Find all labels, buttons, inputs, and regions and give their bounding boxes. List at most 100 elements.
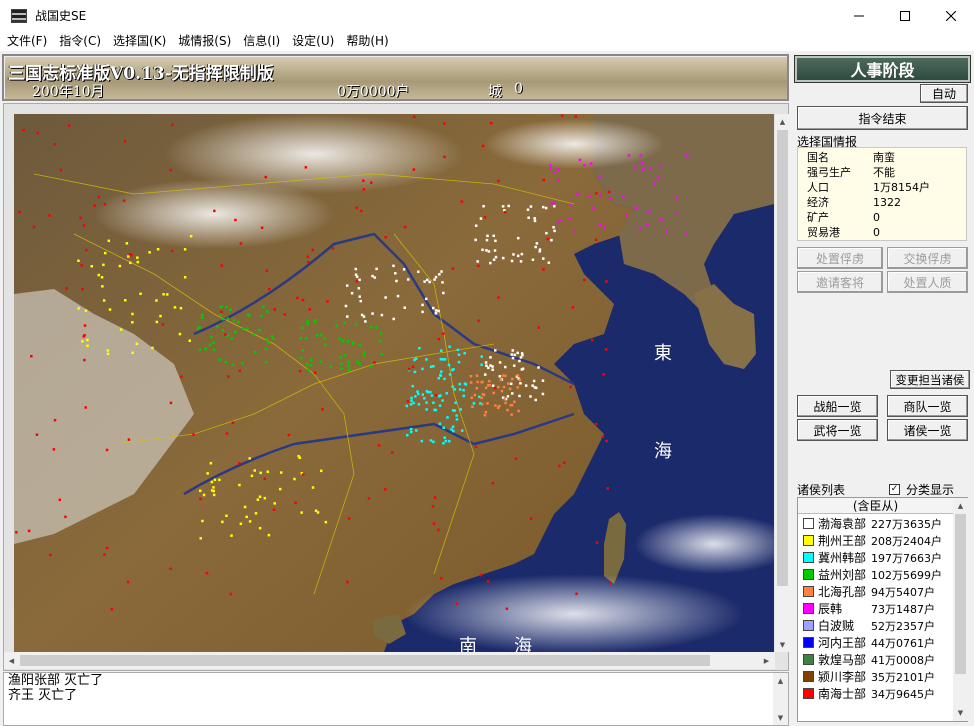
caravan-list-button[interactable]: 商队一览 <box>887 395 968 417</box>
map-hscroll-thumb[interactable] <box>20 655 710 666</box>
log-scrollbar[interactable]: ▲ ▼ <box>773 673 788 725</box>
city-dot <box>453 409 456 412</box>
city-dot <box>519 356 523 359</box>
lord-row[interactable]: 渤海袁部 227万3635户 <box>798 515 953 532</box>
city-dot <box>218 478 221 482</box>
strategy-map[interactable]: 東 海 南 海 <box>14 114 774 652</box>
lord-row[interactable]: 冀州韩部 197万7663户 <box>798 549 953 566</box>
city-dot <box>489 356 492 359</box>
lord-list-scrollbar[interactable]: ▲ ▼ <box>953 498 968 721</box>
city-dot <box>169 168 172 172</box>
city-dot <box>674 211 678 215</box>
city-dot <box>425 358 428 361</box>
city-dot <box>311 486 315 489</box>
ship-list-button[interactable]: 战船一览 <box>797 395 878 417</box>
city-dot <box>474 445 478 449</box>
city-dot <box>362 179 365 182</box>
city-dot <box>504 374 507 378</box>
city-dot <box>260 314 263 318</box>
city-dot <box>265 338 269 341</box>
minimize-button[interactable] <box>836 0 882 31</box>
city-dot <box>432 365 435 368</box>
city-dot <box>521 367 525 371</box>
map-label-south: 南 <box>459 636 477 652</box>
menu-settings[interactable]: 设定(U) <box>286 31 340 51</box>
lord-row[interactable]: 北海孔部 94万5407户 <box>798 583 953 600</box>
auto-button[interactable]: 自动 <box>920 84 968 103</box>
scroll-up-icon[interactable]: ▲ <box>775 114 790 129</box>
city-dot <box>433 278 436 281</box>
lord-row[interactable]: 南海士部 34万9645户 <box>798 685 953 702</box>
city-dot <box>471 405 474 408</box>
city-dot <box>480 396 483 400</box>
city-dot <box>159 314 162 318</box>
city-dot <box>299 356 303 360</box>
lord-row[interactable]: 荆州王部 208万2404户 <box>798 532 953 549</box>
city-dot <box>347 360 350 364</box>
lord-scroll-thumb[interactable] <box>955 514 966 674</box>
lord-list-column-header[interactable]: (含臣从) <box>798 498 953 514</box>
scroll-right-icon[interactable]: ▶ <box>759 653 774 668</box>
exchange-prisoners-button[interactable]: 交换俘虏 <box>887 247 968 269</box>
map-vertical-scrollbar[interactable]: ▲ ▼ <box>775 114 790 652</box>
maximize-button[interactable] <box>882 0 928 31</box>
scroll-down-icon[interactable]: ▼ <box>775 637 790 652</box>
lord-scroll-up-icon[interactable]: ▲ <box>953 498 968 513</box>
city-dot <box>125 242 129 245</box>
general-list-button[interactable]: 武将一览 <box>797 419 878 441</box>
menu-command[interactable]: 指令(C) <box>53 31 107 51</box>
map-vscroll-thumb[interactable] <box>777 130 788 586</box>
city-dot <box>501 374 505 377</box>
city-dot <box>441 399 444 402</box>
city-dot <box>329 365 332 369</box>
city-dot <box>459 408 462 411</box>
lord-row[interactable]: 河内王部 44万0761户 <box>798 634 953 651</box>
city-dot <box>267 287 271 291</box>
city-dot <box>84 406 87 409</box>
menu-help[interactable]: 帮助(H) <box>340 31 394 51</box>
end-command-button[interactable]: 指令结束 <box>797 106 968 130</box>
city-dot <box>445 392 448 395</box>
city-dot <box>173 306 177 309</box>
city-dot <box>487 379 491 383</box>
city-dot <box>478 395 481 399</box>
city-dot <box>498 375 502 378</box>
map-horizontal-scrollbar[interactable]: ◀ ▶ <box>4 652 775 669</box>
city-dot <box>625 214 628 217</box>
city-dot <box>258 495 262 498</box>
menu-info[interactable]: 信息(I) <box>237 31 286 51</box>
close-button[interactable] <box>928 0 974 31</box>
lord-row[interactable]: 白波贼 52万2357户 <box>798 617 953 634</box>
lord-scroll-down-icon[interactable]: ▼ <box>953 705 968 720</box>
lord-row[interactable]: 颍川李部 35万2101户 <box>798 668 953 685</box>
menu-select-country[interactable]: 选择国(K) <box>107 31 172 51</box>
change-lord-button[interactable]: 变更担当诸侯 <box>890 370 970 389</box>
city-dot <box>512 364 516 367</box>
menu-file[interactable]: 文件(F) <box>1 31 53 51</box>
lord-list-button[interactable]: 诸侯一览 <box>887 419 968 441</box>
city-dot <box>434 393 438 397</box>
city-dot <box>502 385 506 389</box>
lord-row[interactable]: 益州刘部 102万5699户 <box>798 566 953 583</box>
invite-guest-button[interactable]: 邀请客将 <box>797 271 883 293</box>
classify-checkbox[interactable]: ✓ 分类显示 <box>889 481 954 498</box>
lord-color-swatch <box>803 688 814 699</box>
city-dot <box>434 312 438 315</box>
handle-prisoners-button[interactable]: 处置俘虏 <box>797 247 883 269</box>
handle-hostage-button[interactable]: 处置人质 <box>887 271 968 293</box>
lord-row[interactable]: 敦煌马部 41万0008户 <box>798 651 953 668</box>
log-scroll-down-icon[interactable]: ▼ <box>773 710 788 725</box>
lord-name: 益州刘部 <box>818 568 867 582</box>
city-dot <box>520 352 524 355</box>
menu-city-info[interactable]: 城情报(S) <box>172 31 237 51</box>
log-scroll-up-icon[interactable]: ▲ <box>773 673 788 688</box>
scroll-left-icon[interactable]: ◀ <box>4 653 19 668</box>
city-dot <box>443 436 446 439</box>
city-dot <box>487 384 490 387</box>
city-dot <box>527 216 530 219</box>
lord-row[interactable]: 辰韩 73万1487户 <box>798 600 953 617</box>
city-dot <box>634 206 638 209</box>
city-dot <box>380 313 384 317</box>
city-dot <box>603 226 607 229</box>
city-dot <box>307 260 310 264</box>
